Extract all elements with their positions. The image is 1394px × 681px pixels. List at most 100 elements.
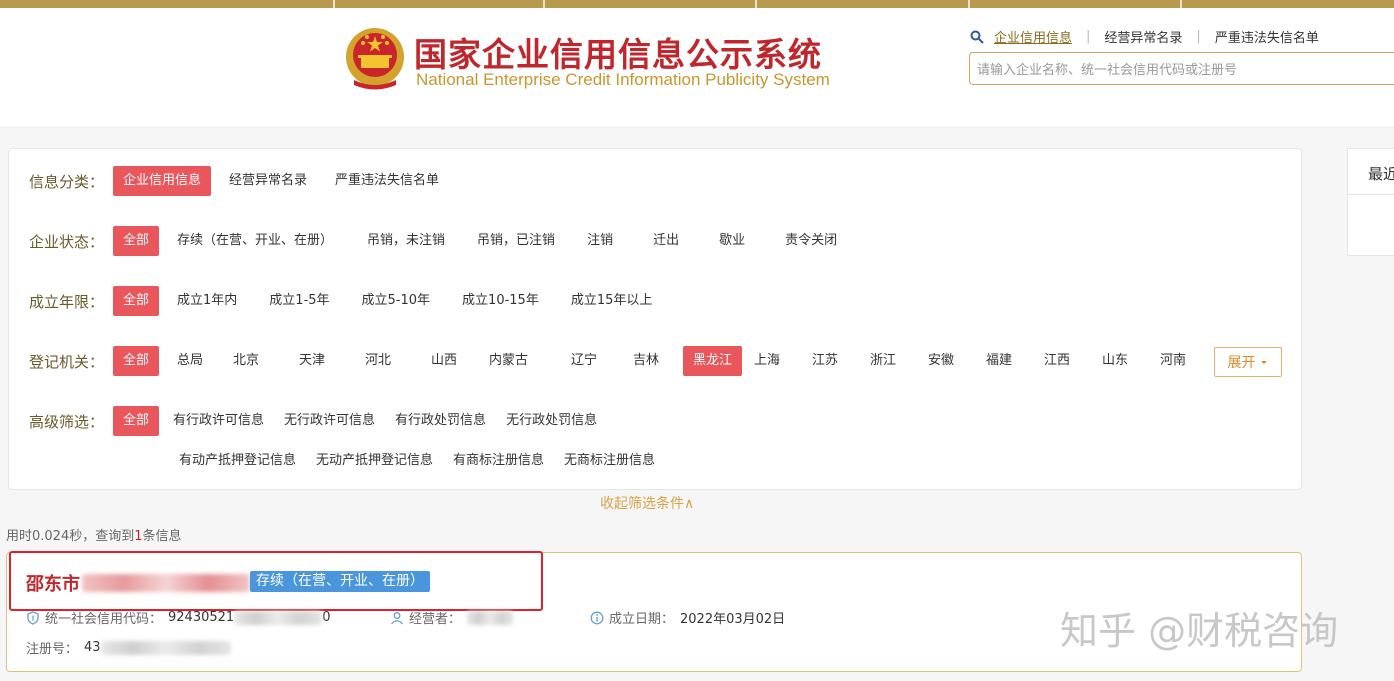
credit-code-tail: 0 xyxy=(322,610,331,625)
redacted-reg-no xyxy=(100,640,231,655)
expand-label: 展开 xyxy=(1227,355,1256,371)
filter-option[interactable]: 无行政处罚信息 xyxy=(500,406,603,436)
filter-option[interactable]: 注销 xyxy=(577,226,623,256)
filter-option[interactable]: 全部 xyxy=(113,226,160,256)
filter-option[interactable]: 吉林 xyxy=(633,346,675,376)
filter-option[interactable]: 吊销，已注销 xyxy=(467,226,565,256)
filter-option[interactable]: 北京 xyxy=(233,346,291,376)
filter-option[interactable]: 全部 xyxy=(113,286,160,316)
filter-option[interactable]: 上海 xyxy=(754,346,804,376)
reg-no-info: 注册号： 43 xyxy=(26,638,231,657)
site-header: 国家企业信用信息公示系统 National Enterprise Credit … xyxy=(0,8,1394,128)
filter-option[interactable]: 全部 xyxy=(113,346,160,376)
top-nav: 企业信用信息 | 经营异常名录 | 严重违法失信名单 xyxy=(970,27,1319,46)
result-stats: 用时0.024秒，查询到1条信息 xyxy=(6,525,182,544)
filter-option[interactable]: 河南 xyxy=(1160,346,1210,376)
filter-option[interactable]: 辽宁 xyxy=(571,346,625,376)
top-bar-divider xyxy=(1180,0,1182,8)
filter-option[interactable]: 有行政处罚信息 xyxy=(389,406,492,436)
filter-row-category: 信息分类： 企业信用信息 经营异常名录 严重违法失信名单 xyxy=(9,165,457,197)
redacted-credit-code xyxy=(234,610,323,625)
credit-code-value: 92430521 xyxy=(168,610,235,625)
filter-option[interactable]: 存续（在营、开业、在册） xyxy=(167,226,343,256)
filter-option[interactable]: 歇业 xyxy=(709,226,755,256)
filter-option[interactable]: 成立1-5年 xyxy=(259,286,339,316)
recent-panel: 最近 xyxy=(1347,148,1394,256)
filter-option[interactable]: 成立15年以上 xyxy=(561,286,663,316)
filter-label: 成立年限： xyxy=(29,292,105,311)
filter-option[interactable]: 经营异常名录 xyxy=(219,166,317,196)
reg-no-value: 43 xyxy=(84,640,101,655)
top-bar-divider xyxy=(755,0,757,8)
filter-option[interactable]: 无行政许可信息 xyxy=(278,406,381,436)
nav-divider: | xyxy=(1196,29,1201,44)
founded-value: 2022年03月02日 xyxy=(680,612,786,627)
credit-code-label: 统一社会信用代码： xyxy=(45,612,163,627)
filter-option[interactable]: 山东 xyxy=(1102,346,1152,376)
site-title: 国家企业信用信息公示系统 xyxy=(414,35,822,74)
stats-prefix: 用时0.024秒，查询到 xyxy=(6,529,135,544)
filter-option[interactable]: 福建 xyxy=(986,346,1036,376)
chevron-down-icon xyxy=(1260,361,1267,364)
operator-info: 经营者： xyxy=(390,608,514,627)
filter-option[interactable]: 成立10-15年 xyxy=(452,286,549,316)
national-emblem-icon xyxy=(346,28,404,90)
top-accent-bar xyxy=(0,0,1394,8)
filter-row-years: 成立年限： 全部 成立1年内 成立1-5年 成立5-10年 成立10-15年 成… xyxy=(9,285,670,317)
filter-row-authority: 登记机关： 全部 总局 北京 天津 河北 山西 内蒙古 辽宁 吉林 黑龙江 上海… xyxy=(9,345,1266,377)
collapse-filters-link[interactable]: 收起筛选条件∧ xyxy=(600,493,694,513)
filter-option[interactable]: 责令关闭 xyxy=(775,226,847,256)
filter-option[interactable]: 成立5-10年 xyxy=(352,286,441,316)
filter-option[interactable]: 江西 xyxy=(1044,346,1094,376)
redacted-operator xyxy=(467,610,514,625)
filter-row-status: 企业状态： 全部 存续（在营、开业、在册） 吊销，未注销 吊销，已注销 注销 迁… xyxy=(9,225,855,257)
filter-option[interactable]: 山西 xyxy=(431,346,481,376)
filter-panel: 信息分类： 企业信用信息 经营异常名录 严重违法失信名单 企业状态： 全部 存续… xyxy=(8,148,1302,490)
filter-option[interactable]: 企业信用信息 xyxy=(113,166,212,196)
watermark: 知乎 @财税咨询 xyxy=(1060,609,1339,653)
operator-label: 经营者： xyxy=(409,612,462,627)
filter-option[interactable]: 严重违法失信名单 xyxy=(325,166,449,196)
filter-option[interactable]: 全部 xyxy=(113,406,160,436)
top-bar-divider xyxy=(333,0,335,8)
filter-option[interactable]: 天津 xyxy=(299,346,357,376)
expand-button[interactable]: 展开 xyxy=(1214,347,1282,377)
search-placeholder: 请输入企业名称、统一社会信用代码或注册号 xyxy=(977,63,1238,78)
filter-option[interactable]: 无商标注册信息 xyxy=(558,446,661,476)
nav-credit-info[interactable]: 企业信用信息 xyxy=(994,27,1072,46)
nav-abnormal-list[interactable]: 经营异常名录 xyxy=(1104,27,1182,46)
filter-option[interactable]: 成立1年内 xyxy=(167,286,247,316)
filter-row-advanced-2: 有动产抵押登记信息 无动产抵押登记信息 有商标注册信息 无商标注册信息 xyxy=(173,445,669,477)
shield-icon xyxy=(27,610,39,625)
founded-label: 成立日期： xyxy=(609,612,675,627)
filter-option[interactable]: 总局 xyxy=(167,346,225,376)
reg-no-label: 注册号： xyxy=(26,642,79,657)
filter-option[interactable]: 有行政许可信息 xyxy=(167,406,270,436)
filter-label: 企业状态： xyxy=(29,232,105,251)
filter-option[interactable]: 无动产抵押登记信息 xyxy=(310,446,439,476)
info-circle-icon xyxy=(590,611,604,624)
filter-option[interactable]: 江苏 xyxy=(812,346,862,376)
person-icon xyxy=(391,611,403,624)
filter-option[interactable]: 吊销，未注销 xyxy=(357,226,455,256)
recent-panel-title: 最近 xyxy=(1348,149,1394,195)
top-bar-divider xyxy=(968,0,970,8)
nav-blacklist[interactable]: 严重违法失信名单 xyxy=(1215,27,1319,46)
search-input[interactable]: 请输入企业名称、统一社会信用代码或注册号 xyxy=(969,52,1394,85)
filter-label: 高级筛选： xyxy=(29,412,105,431)
filter-row-advanced: 高级筛选： 全部 有行政许可信息 无行政许可信息 有行政处罚信息 无行政处罚信息 xyxy=(9,405,611,437)
filter-option[interactable]: 迁出 xyxy=(643,226,689,256)
filter-option[interactable]: 浙江 xyxy=(870,346,920,376)
search-icon xyxy=(970,30,984,44)
filter-option[interactable]: 安徽 xyxy=(928,346,978,376)
filter-option[interactable]: 河北 xyxy=(365,346,423,376)
filter-option[interactable]: 有商标注册信息 xyxy=(447,446,550,476)
filter-option[interactable]: 黑龙江 xyxy=(683,346,743,376)
stats-count: 1 xyxy=(134,529,143,544)
filter-label: 登记机关： xyxy=(29,352,105,371)
founded-info: 成立日期： 2022年03月02日 xyxy=(590,608,785,627)
nav-divider: | xyxy=(1086,29,1091,44)
filter-option[interactable]: 内蒙古 xyxy=(489,346,563,376)
highlight-annotation-box xyxy=(9,551,543,611)
filter-option[interactable]: 有动产抵押登记信息 xyxy=(173,446,302,476)
